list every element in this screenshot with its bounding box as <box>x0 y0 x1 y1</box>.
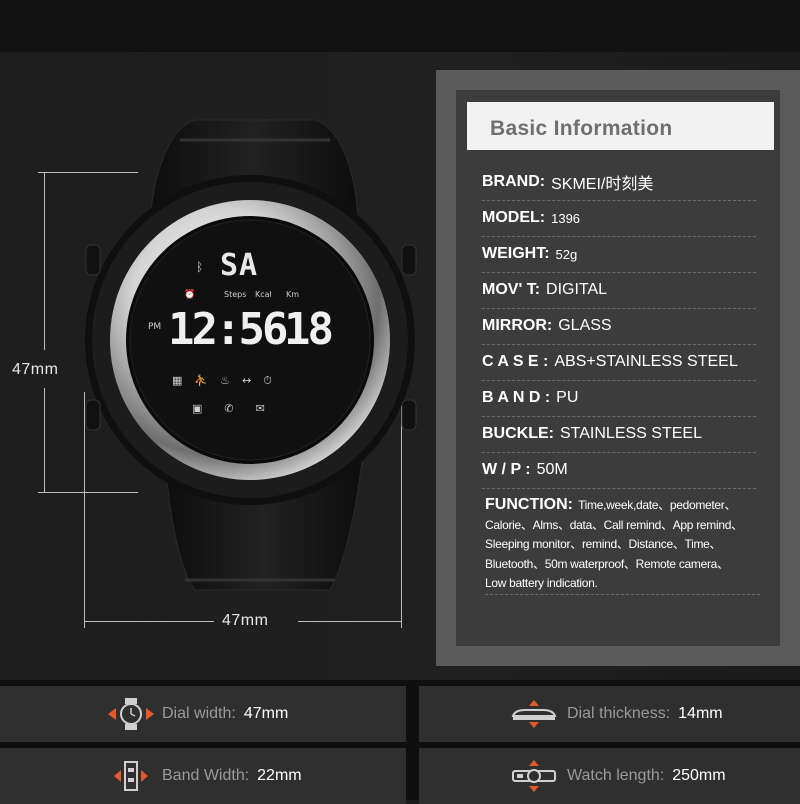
spec-value: GLASS <box>558 317 612 334</box>
function-line: Low battery indication. <box>485 576 598 590</box>
feature-band-width: Band Width: 22mm <box>0 748 406 804</box>
watch-time: 12:56 <box>168 304 288 355</box>
watch-seconds: 18 <box>284 304 334 355</box>
dial-width-icon <box>108 698 154 730</box>
height-dim-line-lower <box>44 388 45 492</box>
spec-row-case: C A S E : ABS+STAINLESS STEEL <box>482 344 756 381</box>
distance-icon: ↔ <box>241 374 264 387</box>
function-line: Sleeping monitor、remind、Distance、Time、 <box>485 537 722 551</box>
watch-length-icon <box>512 760 556 792</box>
spec-row-buckle: BUCKLE: STAINLESS STEEL <box>482 416 756 453</box>
camera-icon: ▣ <box>192 402 225 415</box>
watch-status-top: SA <box>220 248 259 283</box>
spec-key: MOV' T: <box>482 281 541 298</box>
function-line: Bluetooth、50m waterproof、Remote camera、 <box>485 556 729 571</box>
top-band <box>0 0 800 52</box>
phone-icon: ✆ <box>224 402 256 415</box>
spec-value: DIGITAL <box>546 281 608 298</box>
flame-icon: ♨ <box>220 374 242 387</box>
spec-row-water-proof: W / P : 50M <box>482 452 756 489</box>
band-width-icon <box>114 761 148 791</box>
spec-row-mirror: MIRROR: GLASS <box>482 308 756 345</box>
spec-key: BUCKLE: <box>482 425 554 442</box>
dial-thickness-icon <box>511 700 557 728</box>
feature-label: Band Width: <box>162 767 250 784</box>
spec-key: B A N D : <box>482 389 551 406</box>
watch-icon-row-1: ▦⛹♨↔⏱ <box>172 374 284 388</box>
spec-key: W / P : <box>482 461 531 478</box>
calendar-icon: ▦ <box>172 374 195 387</box>
alarm-icon: ⏰ <box>184 290 196 300</box>
feature-dial-width: Dial width: 47mm <box>0 686 406 742</box>
spec-key: WEIGHT: <box>482 245 550 262</box>
info-title: Basic Information <box>490 117 673 140</box>
spec-key: BRAND: <box>482 173 546 190</box>
width-dim-line-left <box>84 621 214 622</box>
mail-icon: ✉ <box>255 402 287 415</box>
spec-value: SKMEI/时刻美 <box>551 176 654 193</box>
spec-key: MODEL: <box>482 209 546 226</box>
feature-label: Watch length: <box>567 767 665 784</box>
feature-value: 14mm <box>678 705 723 722</box>
feature-dial-thickness: Dial thickness: 14mm <box>419 686 800 742</box>
watch-label-km: Km <box>286 290 300 299</box>
feature-watch-length: Watch length: 250mm <box>419 748 800 804</box>
watch-icon-row-2: ▣✆✉ <box>192 402 287 415</box>
spec-value: 50M <box>536 461 568 478</box>
spec-value: ABS+STAINLESS STEEL <box>554 353 738 370</box>
spec-row-band: B A N D : PU <box>482 380 756 417</box>
spec-key: C A S E : <box>482 353 549 370</box>
function-line-first: FUNCTION: Time,week,date、pedometer、 <box>485 494 760 516</box>
feature-label: Dial width: <box>162 705 236 722</box>
function-line: Calorie、Alms、data、Call remind、App remind… <box>485 517 743 532</box>
function-block: FUNCTION: Time,week,date、pedometer、 Calo… <box>485 494 760 595</box>
feature-value: 22mm <box>257 767 302 784</box>
spec-value: 52g <box>555 246 578 262</box>
spec-value: STAINLESS STEEL <box>560 425 702 442</box>
feature-value: 250mm <box>672 767 726 784</box>
running-icon: ⛹ <box>194 374 221 387</box>
spec-row-brand: BRAND: SKMEI/时刻美 <box>482 164 756 201</box>
height-dim-label: 47mm <box>12 361 59 378</box>
width-dim-label: 47mm <box>222 612 269 629</box>
watch-ampm: PM <box>148 322 162 332</box>
spec-row-movement: MOV' T: DIGITAL <box>482 272 756 309</box>
bluetooth-icon: ᛒ <box>196 260 204 274</box>
spec-row-model: MODEL: 1396 <box>482 200 756 237</box>
feature-value: 47mm <box>243 705 289 722</box>
function-line: Time,week,date、pedometer、 <box>578 498 737 512</box>
watch-label-kcal: Kcal <box>255 290 272 299</box>
spec-value: PU <box>556 389 579 406</box>
spec-row-weight: WEIGHT: 52g <box>482 236 756 273</box>
spec-value: 1396 <box>551 210 581 226</box>
watch-label-steps: Steps <box>224 290 247 299</box>
stopwatch-icon: ⏱ <box>263 374 284 387</box>
function-key: FUNCTION: <box>485 496 573 513</box>
width-dim-line-right <box>298 621 402 622</box>
watch-face: ᛒ SA ⏰ Steps Kcal Km PM 12:56 18 ▦⛹♨↔⏱ ▣… <box>148 238 348 418</box>
spec-key: MIRROR: <box>482 317 553 334</box>
height-dim-line-upper <box>44 172 45 350</box>
feature-label: Dial thickness: <box>567 705 671 722</box>
